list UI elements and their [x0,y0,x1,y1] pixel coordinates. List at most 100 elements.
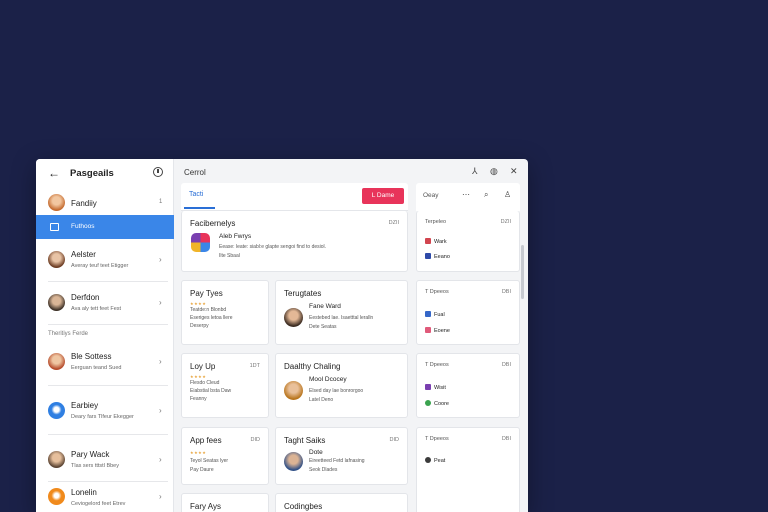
lock-icon[interactable]: ◍ [490,166,498,177]
sidebar-item-subtitle: Averay teuf teet Etigger [71,263,129,269]
card-text: Dete Seatas [309,324,337,330]
sidebar-item-active[interactable]: Futhoos [36,215,174,239]
card-heading: Dote [309,449,323,456]
avatar [48,451,65,468]
card[interactable]: Fary Ays [181,493,269,512]
sidebar-item[interactable]: Lonelin Ceviogelord feet Etrev › [36,487,174,512]
sidebar-item[interactable]: Ble Sottess Eerguan teand Sued › [36,349,174,377]
sidebar-item[interactable]: Earbiey Deary fars Tlfeur Ekegger › [36,398,174,426]
card-title: Facibernelys [190,219,236,228]
sidebar-item-subtitle: Eerguan teand Sued [71,365,122,371]
sidebar-item[interactable]: Pary Wack Tlas sers tttstl Bbey › [36,447,174,475]
avatar [48,194,65,211]
card-text: Eireetteed Fetd lafnasing [309,458,365,464]
card-title: Pay Tyes [190,289,223,298]
user-icon[interactable]: ♙ [504,190,511,199]
avatar [48,251,65,268]
card[interactable]: Taght Saiks DID Dote Eireetteed Fetd laf… [275,427,408,485]
sidebar-item[interactable]: Derfdon Ava aly tett feet Fest › [36,290,174,318]
primary-action-button[interactable]: L Dame [362,188,404,204]
tab-bar: Tacti L Dame [181,183,408,211]
rating-stars: ★★★★ [190,374,207,379]
square-icon [50,223,59,231]
card-text: Eease: leate: siabl:e glapte sengoi find… [219,244,327,250]
divider [48,281,168,282]
clock-icon[interactable] [153,167,163,177]
sidebar-item[interactable]: Aelster Averay teuf teet Etigger › [36,247,174,275]
card-title: Daalthy Chaling [284,362,341,371]
avatar [48,353,65,370]
right-column-header: Oeay ⋯ ⌕ ♙ [416,183,520,211]
card[interactable]: Daalthy Chaling Mool Dcocey Elsed day la… [275,353,408,418]
sidebar-item-label: Aelster [71,250,96,259]
avatar [284,308,303,327]
close-icon[interactable]: ✕ [510,166,518,177]
count-badge: 1 [159,199,163,205]
card[interactable]: Pay Tyes ★★★★ Teatde:n Blonbd Eseriges l… [181,280,269,345]
chevron-right-icon: › [159,298,162,307]
card-text: Deserpy [190,323,209,329]
rating-stars: ★★★★ [190,301,207,306]
card-heading: Mool Dcocey [309,376,347,383]
divider [48,481,168,482]
sidebar-item-label: Fandiiy [71,199,97,208]
summary-item: Eeano [425,253,450,260]
main-panel: Cerrol ⅄ ◍ ✕ Tacti L Dame Facibernelys D… [174,159,528,512]
avatar [284,452,303,471]
card-text: Elsed day lae bonrorgoo [309,388,364,394]
summary-item: Fual [425,311,445,318]
chevron-right-icon: › [159,455,162,464]
summary-card[interactable]: T Dpeeos DBI Wisit Coore [416,353,520,418]
summary-card-title: T Dpeeos [425,436,449,442]
toolbar-title: Cerrol [184,168,206,177]
right-column-title: Oeay [423,192,439,199]
summary-item: Peat [425,457,445,464]
summary-card-title: T Dpeeos [425,362,449,368]
card-title: Taght Saiks [284,436,326,445]
back-arrow-icon[interactable]: ← [48,166,60,180]
summary-card-title: Terpeleo [425,219,447,225]
sidebar-item-label: Ble Sottess [71,352,112,361]
sidebar-item-subtitle: Ceviogelord feet Etrev [71,501,126,507]
card[interactable]: Codingbes [275,493,408,512]
sidebar-item-label: Derfdon [71,293,100,302]
summary-card[interactable]: T Dpeeos DBI Peat [416,427,520,512]
tab-active[interactable]: Tacti [189,191,203,198]
card-title: Codingbes [284,502,323,511]
card[interactable]: App fees DID ★★★★ Teyol Seatas lyer Pay … [181,427,269,485]
card-text: Latel Deno [309,397,334,403]
pin-icon[interactable]: ⅄ [472,166,478,177]
summary-item: Wark [425,238,447,245]
tab-indicator [184,207,215,209]
summary-item: Wisit [425,384,446,391]
summary-card[interactable]: Terpeleo DZII Wark Eeano [416,211,520,272]
sidebar-item-subtitle: Ava aly tett feet Fest [71,306,122,312]
sidebar-item-subtitle: Tlas sers tttstl Bbey [71,463,119,469]
card-text: Feanny [190,396,207,402]
card[interactable]: Loy Up 1DT ★★★★ Flesdo Cleud Eiabstial b… [181,353,269,418]
card-badge: DID [250,437,260,443]
card-text: Flesdo Cleud [190,380,220,386]
sidebar-item-top[interactable]: Fandiiy 1 [36,191,174,215]
summary-card[interactable]: T Dpeeos DBI Fual Eoene [416,280,520,345]
card-text: Eestebed lae. Isaetttal leralln [309,315,374,321]
sidebar-title: Pasgeails [70,168,114,179]
more-icon[interactable]: ⋯ [462,190,470,199]
card[interactable]: Terugtates Fane Ward Eestebed lae. Isaet… [275,280,408,345]
summary-card-badge: DBI [501,289,511,295]
chevron-right-icon: › [159,492,162,501]
scrollbar[interactable] [521,245,524,299]
summary-item: Eoene [425,327,450,334]
app-icon [191,233,210,252]
card-heading: Aleb Fwrys [219,233,252,240]
card[interactable]: Facibernelys DZII Aleb Fwrys Eease: leat… [181,211,408,272]
sidebar: ← Pasgeails Fandiiy 1 Futhoos Aelster Av… [36,159,174,512]
summary-card-badge: DZII [500,219,511,225]
chevron-right-icon: › [159,406,162,415]
sidebar-item-label: Futhoos [71,223,95,230]
chevron-right-icon: › [159,357,162,366]
card-title: Terugtates [284,289,322,298]
summary-card-badge: DBI [501,362,511,368]
search-icon[interactable]: ⌕ [484,190,488,200]
card-title: Fary Ays [190,502,221,511]
